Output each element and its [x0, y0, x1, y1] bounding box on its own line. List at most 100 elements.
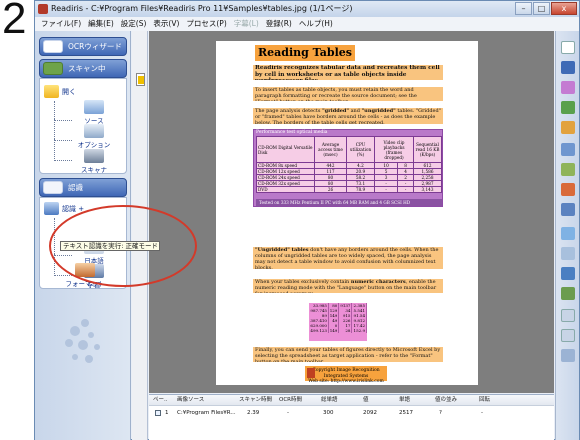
open-label: 開く [62, 87, 76, 96]
menu-register[interactable]: 登録(R) [266, 17, 292, 31]
scanner-device-icon [84, 149, 104, 163]
results-header-cell[interactable]: 値 [363, 395, 369, 406]
paragraph-zone-5[interactable]: Finally, you can send your tables of fig… [253, 347, 443, 362]
table-cell: - [397, 186, 414, 193]
readiris-window: Readiris - C:¥Program Files¥Readiris Pro… [34, 0, 580, 440]
menu-subtitles: 字幕(L) [233, 19, 259, 28]
results-header-cell[interactable]: 画像ソース [177, 395, 204, 406]
scanner-icon [43, 62, 63, 75]
scan-section-header[interactable]: スキャン中 [39, 59, 127, 78]
text-zone-tool-icon[interactable] [561, 61, 575, 74]
maximize-button[interactable]: □ [533, 2, 550, 15]
results-header-cell[interactable]: OCR時間 [279, 395, 302, 406]
numeric-cell: 149 [328, 328, 340, 333]
results-header-cell[interactable]: 回転 [479, 395, 490, 406]
picture-zone-tool-icon[interactable] [561, 101, 575, 114]
footer-website: Web site: http://www.irislink.com [308, 379, 384, 384]
table-cell: 3,143 [413, 186, 442, 193]
menu-help[interactable]: ヘルプ(H) [299, 17, 333, 31]
zoom-in-icon[interactable] [561, 309, 575, 322]
menu-bar: ファイル(F) 編集(E) 設定(S) 表示(V) プロセス(P) 字幕(L) … [35, 17, 579, 31]
barcode-zone-tool-icon[interactable] [561, 121, 575, 134]
tree-connector [54, 139, 72, 161]
ocr-wizard-button[interactable]: OCRウィザード [39, 37, 127, 56]
document-view[interactable]: Reading Tables Readiris recognizes tabul… [149, 31, 554, 393]
fit-page-icon[interactable] [561, 349, 575, 362]
results-header-cell[interactable]: 単語 [399, 395, 410, 406]
results-cell: 1 [165, 410, 169, 416]
results-header-cell[interactable]: 値の並み [435, 395, 457, 406]
highlight-circle [49, 205, 197, 287]
zoom-out-icon[interactable] [561, 329, 575, 342]
table-header-cell: Average access time (msec) [314, 136, 347, 163]
numeric-row: 499.123 149 28 152.9 [309, 328, 367, 333]
results-header-cell[interactable]: 総単語 [321, 395, 338, 406]
results-cell: ? [439, 410, 442, 416]
scan-section-box: 開く ソース オプション スキャナ [39, 78, 127, 174]
open-button[interactable]: 開く [44, 85, 76, 98]
source-icon [84, 100, 104, 114]
menu-process[interactable]: プロセス(P) [186, 17, 226, 31]
zone-delete-icon[interactable] [561, 183, 575, 196]
zone-merge-icon[interactable] [561, 163, 575, 176]
table-row: DVD 26 78.9- -3,143 [256, 186, 442, 193]
results-panel: ペー.. 画像ソース スキャン時間 OCR時間 総単語 値 単語 値の並み 回転… [149, 394, 554, 440]
tree-item-source[interactable]: ソース [74, 100, 114, 125]
table-zone-tool-icon[interactable] [561, 81, 575, 94]
menu-edit[interactable]: 編集(E) [88, 17, 114, 31]
recognize-section-header[interactable]: 認識 [39, 178, 127, 197]
numeric-cell: 152.9 [351, 328, 367, 333]
results-cell: 2092 [363, 410, 377, 416]
paragraph-zone-4[interactable]: When your tables exclusively contain num… [253, 279, 443, 293]
invert-icon[interactable] [561, 287, 575, 300]
readiris-app-icon [38, 4, 48, 14]
results-header-cell[interactable]: ペー.. [153, 395, 168, 406]
table-zone[interactable]: Performance test optical media CD-ROM Di… [253, 129, 443, 207]
footer-zone[interactable]: Copyright Image Recognition Integrated S… [305, 366, 387, 384]
menu-view[interactable]: 表示(V) [153, 17, 179, 31]
results-cell: 300 [323, 410, 334, 416]
right-toolbar [555, 31, 579, 440]
page-thumbnail[interactable] [136, 73, 145, 86]
paragraph-zone-2[interactable]: The page analysis detects "gridded" and … [253, 108, 443, 124]
table-cell: - [373, 186, 399, 193]
table-header-cell: Sequential read 16 KB (K/bps) [413, 136, 442, 163]
paragraph-5-text: Finally, you can send your tables of fig… [255, 347, 441, 362]
crop-icon[interactable] [561, 267, 575, 280]
tree-item-options[interactable]: オプション [74, 124, 114, 149]
minimize-button[interactable]: – [515, 2, 532, 15]
deskew-icon[interactable] [561, 247, 575, 260]
numeric-cell: 499.123 [309, 328, 329, 333]
footer-copyright: Copyright Image Recognition Integrated S… [312, 368, 380, 379]
results-row[interactable]: 1 C:¥Program Files¥R... 2.39 - 300 2092 … [149, 408, 554, 418]
tree-connector [54, 119, 72, 141]
pointer-tool-icon[interactable] [561, 41, 575, 54]
iris-logo-icon [307, 368, 315, 378]
paragraph-zone-1[interactable]: To insert tables as table objects, you m… [253, 87, 443, 101]
table-header-cell: CD-ROM Digital Versatile Disk [256, 136, 315, 163]
table-caption: Performance test optical media [256, 130, 328, 135]
zone-order-icon[interactable] [561, 143, 575, 156]
table-cell: 26 [314, 186, 347, 193]
recognize-run-icon [44, 202, 59, 215]
results-header: ペー.. 画像ソース スキャン時間 OCR時間 総単語 値 単語 値の並み 回転 [149, 395, 554, 406]
tree-item-scanner[interactable]: スキャナ [74, 149, 114, 174]
table-cell: 78.9 [346, 186, 375, 193]
ocr-wizard-label: OCRウィザード [68, 42, 122, 51]
paragraph-zone-3[interactable]: "Ungridded" tables don't have any border… [253, 247, 443, 269]
thumbnail-content [138, 76, 144, 84]
table-header-cell: CPU utilization (%) [346, 136, 375, 163]
wizard-icon [43, 40, 63, 53]
intro-zone[interactable]: Readiris recognizes tabular data and rec… [253, 65, 443, 80]
close-button[interactable]: x [551, 2, 577, 15]
menu-settings[interactable]: 設定(S) [121, 17, 147, 31]
numeric-table-zone[interactable]: 33.985 80 9137 2.385 987.745 129 34 5.541 89 14… [309, 303, 367, 341]
zone-number-icon[interactable] [561, 203, 575, 216]
results-cell: - [287, 410, 289, 416]
menu-file[interactable]: ファイル(F) [41, 17, 81, 31]
results-header-cell[interactable]: スキャン時間 [239, 395, 272, 406]
results-cell: 2517 [399, 410, 413, 416]
row-checkbox[interactable] [155, 410, 161, 416]
table-header-row: CD-ROM Digital Versatile Disk Average ac… [256, 136, 442, 163]
rotate-icon[interactable] [561, 227, 575, 240]
